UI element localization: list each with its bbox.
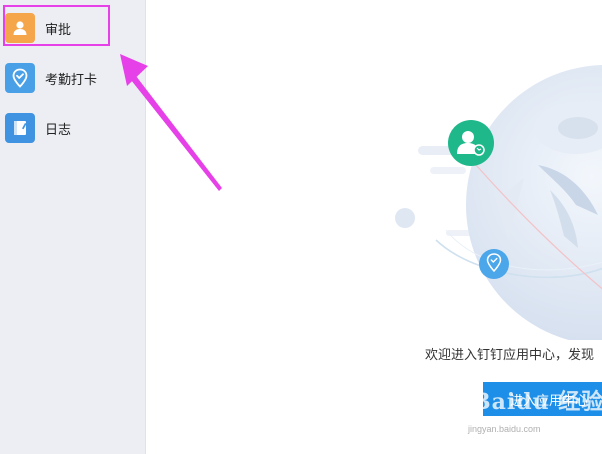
location-badge-icon	[479, 249, 509, 279]
location-check-icon	[5, 63, 35, 93]
small-bubble	[395, 208, 415, 228]
sidebar-item-label: 审批	[45, 21, 72, 37]
sidebar-item-log[interactable]: 日志	[0, 106, 145, 150]
notebook-icon	[5, 113, 35, 143]
globe-graphic	[435, 65, 602, 340]
sidebar: 审批 考勤打卡 日志	[0, 0, 146, 454]
contact-badge-icon	[448, 120, 494, 166]
welcome-text: 欢迎进入钉钉应用中心，发现	[425, 347, 595, 362]
dingtalk-workbench: 审批 考勤打卡 日志 欢迎进入钉钉应用中心，发现 进入应用中心 Baidu 经验…	[0, 0, 602, 454]
sidebar-item-label: 考勤打卡	[45, 71, 98, 87]
app-center-illustration	[395, 65, 602, 340]
main-content: 欢迎进入钉钉应用中心，发现 进入应用中心	[146, 0, 602, 454]
sidebar-item-attendance[interactable]: 考勤打卡	[0, 56, 145, 100]
sidebar-item-label: 日志	[45, 121, 72, 137]
sidebar-item-approval[interactable]: 审批	[0, 6, 145, 50]
enter-app-center-button[interactable]: 进入应用中心	[483, 382, 602, 416]
person-icon	[5, 13, 35, 43]
